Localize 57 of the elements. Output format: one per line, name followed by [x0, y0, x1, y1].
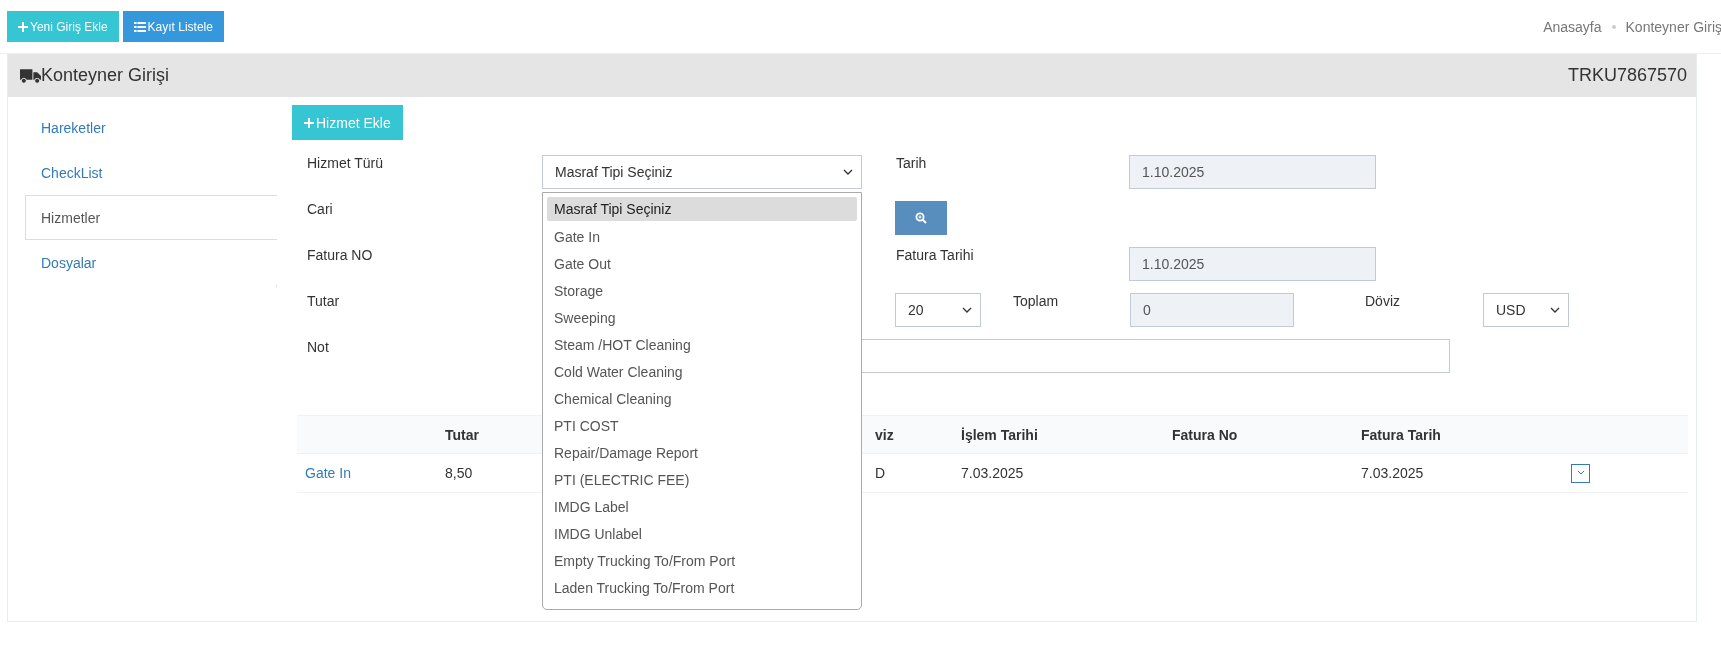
field-label: Fatura Tarihi [896, 246, 975, 263]
dropdown-option[interactable]: Chemical Cleaning [547, 385, 857, 412]
breadcrumb-link[interactable]: Konteyner Giriş [1625, 18, 1721, 35]
currency-select[interactable]: USD [1483, 293, 1569, 327]
dropdown-option[interactable]: Gate In [547, 223, 857, 250]
service-type-select[interactable]: Masraf Tipi Seçiniz [542, 155, 862, 189]
caret-icon [1575, 470, 1586, 476]
date-field[interactable]: 1.10.2025 [1129, 155, 1376, 189]
dropdown-option[interactable]: Empty Trucking To/From Port [547, 547, 857, 574]
breadcrumb-separator [1611, 24, 1616, 29]
caret-icon [962, 307, 972, 313]
table-cell: 8,50 [445, 465, 473, 481]
dropdown-option[interactable]: Repair/Damage Report [547, 439, 857, 466]
table-cell: 7.03.2025 [1361, 465, 1424, 481]
dropdown-option[interactable]: IMDG Label [547, 493, 857, 520]
search-button[interactable] [895, 201, 947, 235]
service-link[interactable]: Gate In [305, 465, 351, 481]
caret-icon [1550, 307, 1560, 313]
field-label: Tarih [896, 154, 928, 171]
dropdown-option[interactable]: Storage [547, 277, 857, 304]
sidebar-tab[interactable]: Hizmetler [25, 195, 277, 240]
search-icon [915, 212, 927, 224]
list-icon [133, 21, 146, 32]
dropdown-option[interactable]: IMDG Unlabel [547, 520, 857, 547]
field-label: Döviz [1365, 292, 1401, 309]
plus-icon [304, 117, 314, 128]
dropdown-option[interactable]: PTI COST [547, 412, 857, 439]
field-label: Tutar [307, 292, 341, 309]
field-label: Toplam [1013, 292, 1060, 309]
field-label: Fatura NO [307, 246, 374, 263]
dropdown-option[interactable]: Gate Out [547, 250, 857, 277]
total-field[interactable]: 0 [1130, 293, 1294, 327]
truck-icon [20, 67, 41, 84]
dropdown-option[interactable]: PTI (ELECTRIC FEE) [547, 466, 857, 493]
dropdown-option[interactable]: Cold Water Cleaning [547, 358, 857, 385]
table-cell: D [875, 465, 886, 481]
dropdown-option[interactable]: Laden Trucking To/From Port [547, 574, 857, 601]
column-header: Fatura No [1172, 426, 1238, 443]
caret-icon [843, 169, 853, 175]
field-label: Cari [307, 200, 334, 217]
vat-select[interactable]: 20 [895, 293, 981, 327]
column-header: Tutar [445, 426, 479, 443]
dropdown-option[interactable]: Steam /HOT Cleaning [547, 331, 857, 358]
expand-button[interactable] [1571, 463, 1590, 483]
table-cell: 7.03.2025 [961, 465, 1024, 481]
plus-icon [18, 21, 28, 32]
container-number: TRKU7867570 [1567, 65, 1687, 86]
column-header: Fatura Tarih [1361, 426, 1441, 443]
column-header: viz [875, 426, 894, 443]
dropdown-option[interactable]: Masraf Tipi Seçiniz [547, 197, 857, 221]
field-label: Not [307, 338, 330, 355]
field-label: Hizmet Türü [307, 154, 384, 171]
breadcrumb-link[interactable]: Anasayfa [1543, 18, 1602, 35]
panel-title: Konteyner Girişi [41, 65, 170, 86]
column-header: İşlem Tarihi [961, 426, 1038, 443]
dropdown-option[interactable]: Sweeping [547, 304, 857, 331]
date-field[interactable]: 1.10.2025 [1129, 247, 1376, 281]
